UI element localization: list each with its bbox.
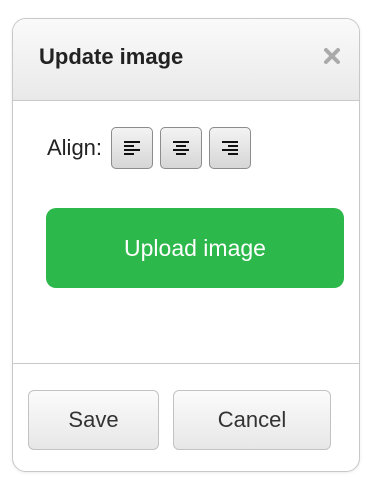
close-button[interactable] — [319, 43, 345, 69]
dialog-header: Update image — [13, 19, 359, 101]
align-center-button[interactable] — [160, 127, 203, 169]
update-image-dialog: Update image Align: Upload image Save Ca… — [12, 18, 360, 472]
dialog-footer: Save Cancel — [13, 363, 359, 471]
dialog-title: Update image — [39, 44, 184, 69]
align-center-icon — [173, 141, 190, 155]
align-left-icon — [124, 141, 141, 155]
align-label: Align: — [47, 135, 103, 160]
align-right-icon — [222, 141, 239, 155]
align-row: Align: — [47, 125, 258, 171]
close-icon — [324, 48, 340, 64]
upload-image-button[interactable]: Upload image — [46, 208, 344, 288]
save-button[interactable]: Save — [28, 390, 159, 450]
align-right-button[interactable] — [209, 127, 252, 169]
cancel-button[interactable]: Cancel — [173, 390, 331, 450]
align-left-button[interactable] — [111, 127, 154, 169]
